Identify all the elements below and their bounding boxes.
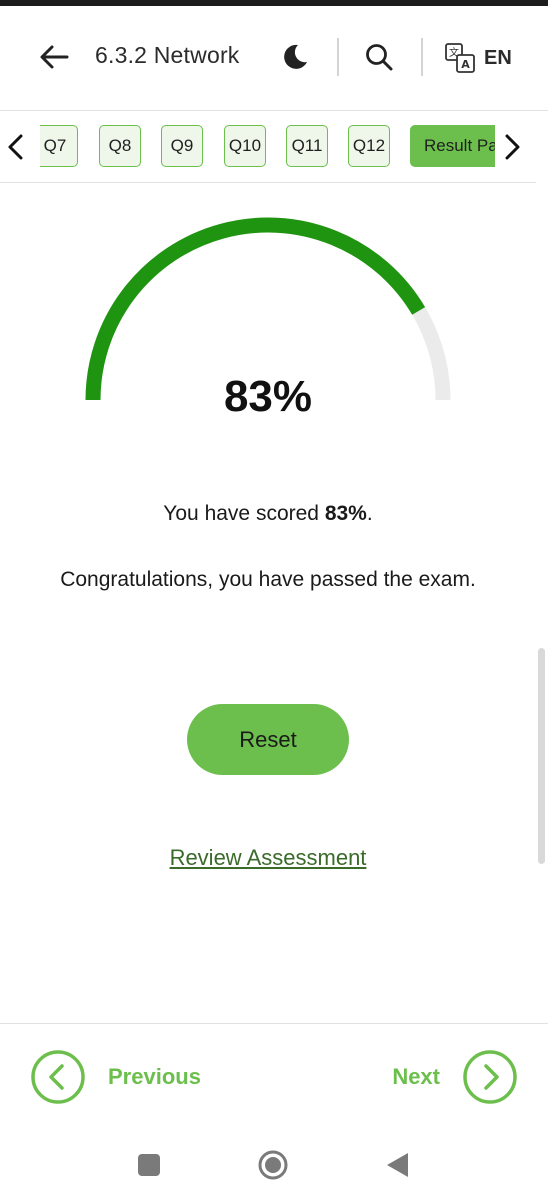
language-label: EN	[484, 46, 512, 69]
square-icon	[138, 1154, 160, 1176]
question-tab[interactable]: Q8	[99, 125, 141, 167]
theme-toggle-button[interactable]	[280, 42, 312, 74]
moon-icon	[284, 44, 307, 69]
score-percentage: 83%	[223, 372, 313, 421]
arrow-left-icon	[40, 45, 69, 69]
question-nav-track: Q7 Q8 Q9 Q10 Q11 Q12 Result Page	[40, 125, 495, 169]
translate-icon: 文 A	[445, 43, 475, 73]
nav-separator	[0, 182, 536, 183]
question-nav: Q7 Q8 Q9 Q10 Q11 Q12 Result Page	[0, 112, 548, 182]
question-nav-prev-button[interactable]	[0, 130, 30, 164]
chevron-left-icon	[8, 134, 23, 160]
header-separator	[0, 110, 548, 111]
svg-text:A: A	[461, 58, 470, 71]
circle-chevron-left-icon	[31, 1050, 85, 1104]
search-button[interactable]	[364, 42, 396, 74]
header-divider	[337, 38, 339, 76]
header-divider	[421, 38, 423, 76]
score-prefix: You have scored	[163, 502, 325, 525]
previous-button[interactable]: Previous	[30, 1048, 201, 1106]
result-message: Congratulations, you have passed the exa…	[60, 568, 476, 591]
chevron-right-icon	[505, 134, 520, 160]
review-assessment-link[interactable]: Review Assessment	[0, 845, 536, 871]
previous-label: Previous	[108, 1064, 201, 1089]
system-navigation-bar	[0, 1134, 548, 1194]
system-back-button[interactable]	[382, 1150, 412, 1180]
reset-button[interactable]: Reset	[187, 704, 349, 775]
question-tab[interactable]: Q10	[224, 125, 266, 167]
footer-separator	[0, 1023, 548, 1024]
language-button[interactable]: 文 A EN	[444, 40, 524, 76]
question-tab[interactable]: Q7	[40, 125, 78, 167]
score-summary: You have scored 83%.	[0, 502, 536, 526]
question-tab[interactable]: Q12	[348, 125, 390, 167]
score-value: 83%	[324, 502, 367, 525]
home-button[interactable]	[258, 1150, 288, 1180]
search-icon	[366, 44, 393, 71]
page-title: 6.3.2 Network	[95, 42, 240, 68]
question-nav-next-button[interactable]	[498, 130, 528, 164]
app-header: 6.3.2 Network 文 A EN	[0, 6, 548, 110]
back-button[interactable]	[34, 40, 74, 74]
next-button[interactable]: Next	[392, 1048, 518, 1106]
question-tab[interactable]: Q9	[161, 125, 203, 167]
question-tab[interactable]: Q11	[286, 125, 328, 167]
score-suffix: .	[366, 502, 373, 525]
scrollbar[interactable]	[538, 648, 545, 864]
recents-button[interactable]	[134, 1150, 164, 1180]
triangle-back-icon	[387, 1153, 408, 1177]
home-circle-icon	[258, 1150, 288, 1180]
circle-chevron-right-icon	[463, 1050, 517, 1104]
question-tab-result-page[interactable]: Result Page	[410, 125, 495, 167]
next-label: Next	[392, 1064, 440, 1089]
